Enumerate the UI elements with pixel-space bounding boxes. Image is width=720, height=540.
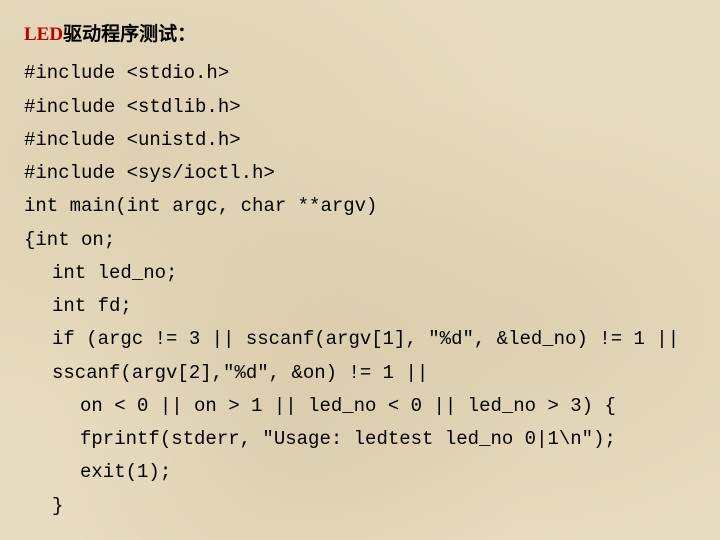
code-line: #include <sys/ioctl.h>: [24, 157, 696, 190]
document-title: LED驱动程序测试：: [24, 18, 696, 51]
code-line: int fd;: [24, 290, 696, 323]
code-line: exit(1);: [24, 456, 696, 489]
code-line: sscanf(argv[2],"%d", &on) != 1 ||: [24, 357, 696, 390]
code-line: #include <stdio.h>: [24, 57, 696, 90]
title-led-part: LED: [24, 24, 63, 45]
code-line: {int on;: [24, 224, 696, 257]
title-rest-part: 驱动程序测试：: [63, 24, 196, 45]
code-line: }: [24, 490, 696, 523]
code-line: int led_no;: [24, 257, 696, 290]
code-line: on < 0 || on > 1 || led_no < 0 || led_no…: [24, 390, 696, 423]
code-line: int main(int argc, char **argv): [24, 190, 696, 223]
code-line: if (argc != 3 || sscanf(argv[1], "%d", &…: [24, 323, 696, 356]
code-line: #include <stdlib.h>: [24, 91, 696, 124]
code-line: fprintf(stderr, "Usage: ledtest led_no 0…: [24, 423, 696, 456]
code-line: #include <unistd.h>: [24, 124, 696, 157]
